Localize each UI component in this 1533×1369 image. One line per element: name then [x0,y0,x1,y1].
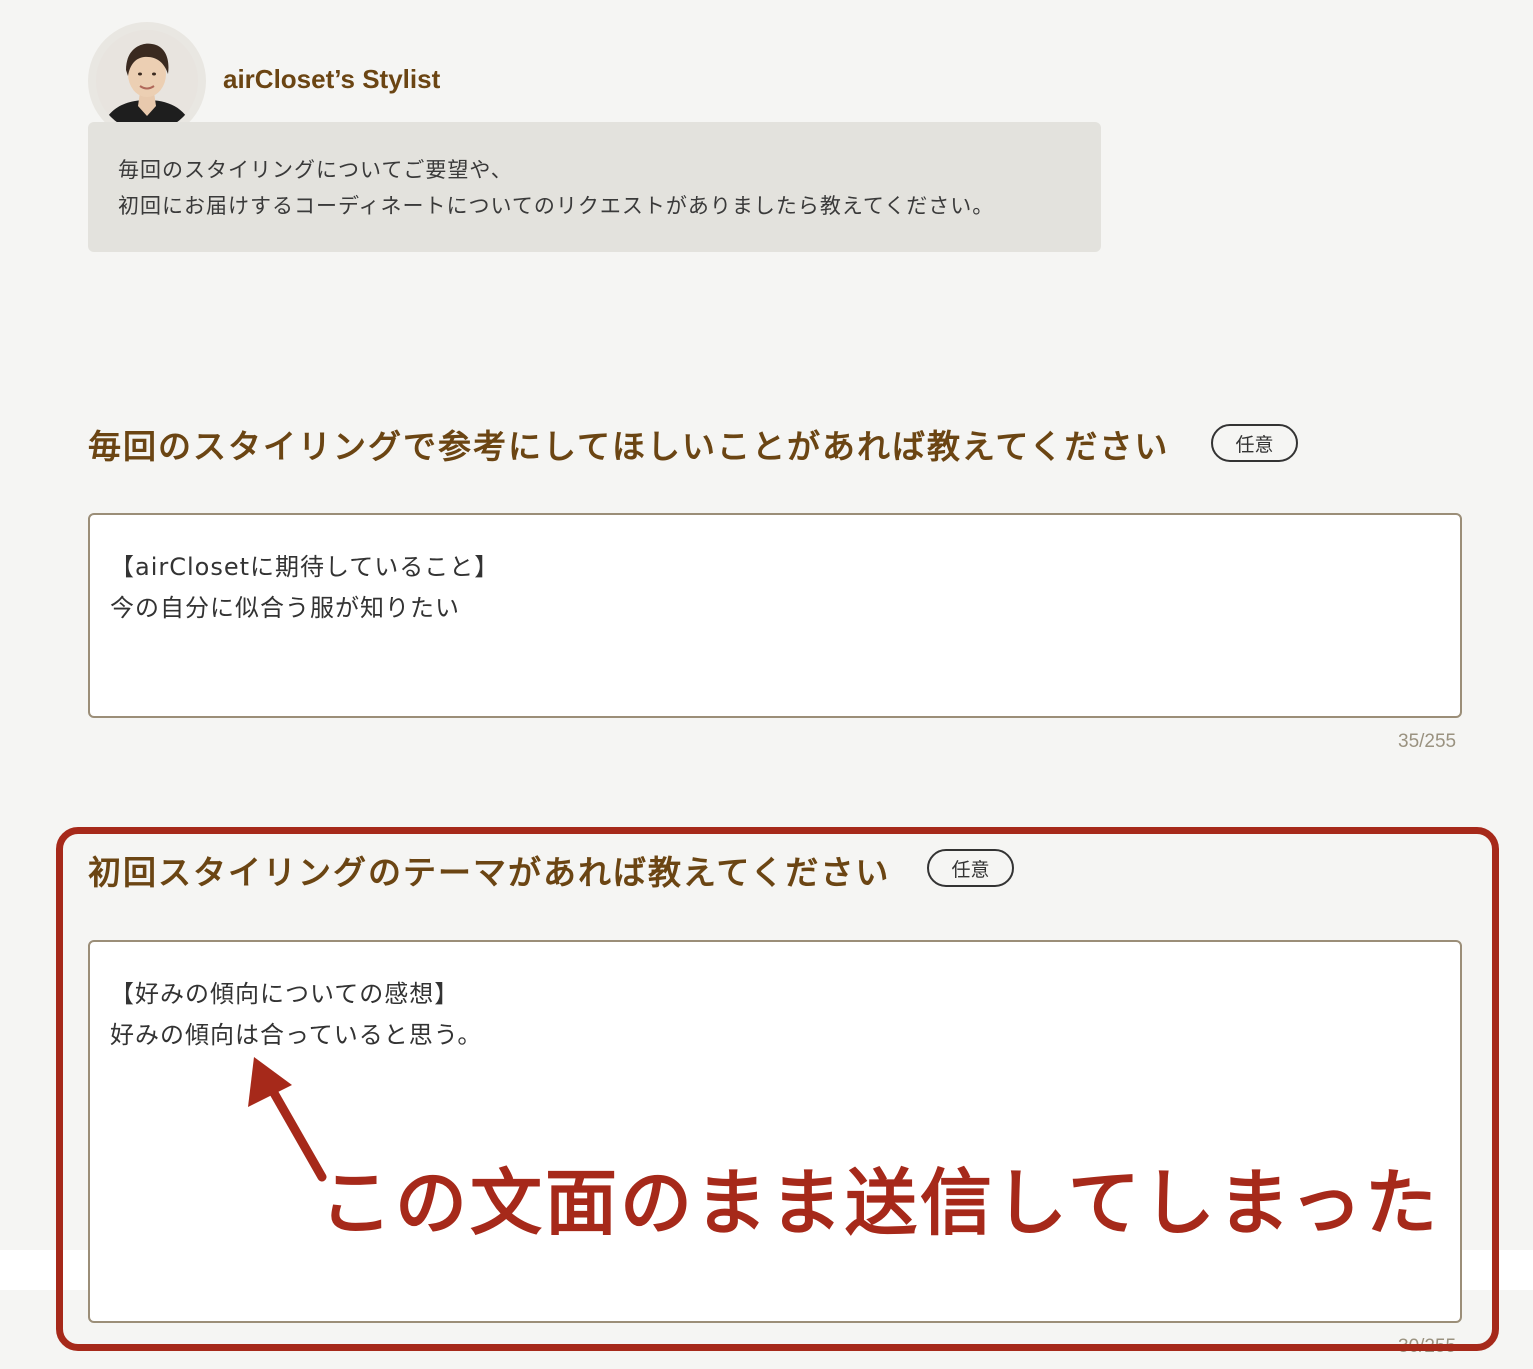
question-2-title: 初回スタイリングのテーマがあれば教えてください [88,853,891,892]
question-1-title: 毎回のスタイリングで参考にしてほしいことがあれば教えてください [88,427,1170,466]
stylist-portrait-icon [96,30,198,132]
question-1-optional-badge: 任意 [1211,424,1298,462]
question-1-textarea[interactable]: 【airClosetに期待していること】 今の自分に似合う服が知りたい [88,513,1462,718]
question-2-answer-line-2: 好みの傾向は合っていると思う。 [110,1021,483,1049]
stylist-name: airCloset’s Stylist [223,64,441,94]
stylist-message-line-2: 初回にお届けするコーディネートについてのリクエストがありましたら教えてください。 [118,194,995,218]
annotation-text: この文面のまま送信してしまった [320,1161,1440,1245]
question-1-answer-line-2: 今の自分に似合う服が知りたい [110,594,460,622]
question-1-answer-line-1: 【airClosetに期待していること】 [110,553,500,581]
stylist-message-bubble: 毎回のスタイリングについてご要望や、 初回にお届けするコーディネートについてのリ… [88,122,1101,252]
question-2-answer-line-1: 【好みの傾向についての感想】 [110,980,460,1008]
question-2-char-counter: 30/255 [1398,1336,1457,1357]
question-1-char-counter: 35/255 [1398,731,1457,752]
question-2-optional-badge: 任意 [927,849,1014,887]
avatar [96,30,198,132]
stylist-message-line-1: 毎回のスタイリングについてご要望や、 [118,158,513,182]
